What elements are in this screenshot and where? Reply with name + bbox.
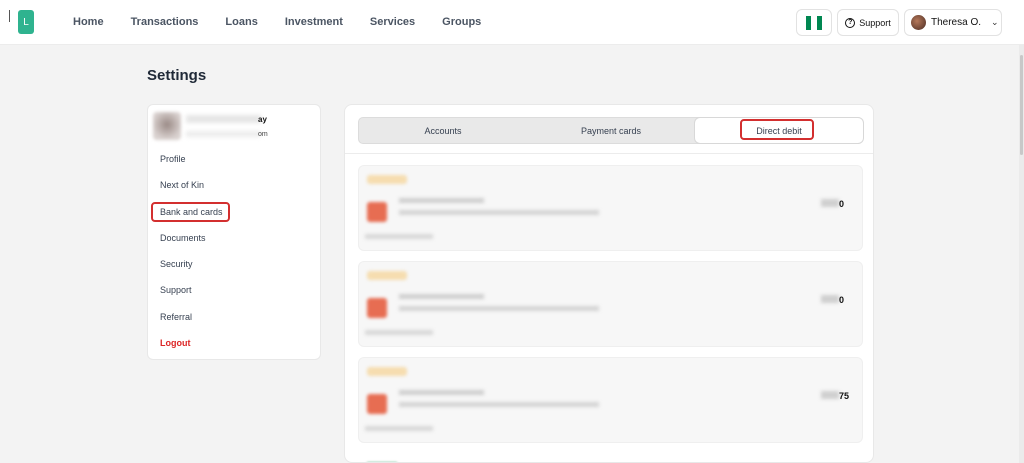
blurred-text xyxy=(399,210,599,215)
list-item[interactable]: 0 xyxy=(358,165,863,251)
top-navigation-bar: L Home Transactions Loans Investment Ser… xyxy=(0,0,1024,45)
status-badge xyxy=(367,271,407,280)
nigeria-flag-icon xyxy=(806,15,822,30)
blurred-text xyxy=(399,402,599,407)
sidebar-item-documents[interactable]: Documents xyxy=(160,233,223,259)
status-badge xyxy=(367,175,407,184)
bank-cards-panel: Accounts Payment cards Direct debit 0 0 … xyxy=(344,104,874,463)
blurred-text xyxy=(399,306,599,311)
debit-amount: 0 xyxy=(839,295,845,305)
debit-amount: 0 xyxy=(839,199,845,209)
tab-accounts[interactable]: Accounts xyxy=(359,118,527,143)
nav-services[interactable]: Services xyxy=(370,16,415,28)
sidebar-item-security[interactable]: Security xyxy=(160,259,223,285)
blurred-amount xyxy=(821,295,839,303)
user-menu-button[interactable]: Theresa O. ⌄ xyxy=(904,9,1002,36)
window-edge-marker xyxy=(9,10,10,22)
scrollbar-thumb[interactable] xyxy=(1020,55,1023,155)
blurred-name xyxy=(186,115,261,123)
settings-menu: Profile Next of Kin Bank and cards Docum… xyxy=(160,154,223,364)
profile-summary: ay om xyxy=(152,112,317,142)
page-title: Settings xyxy=(147,67,207,84)
blurred-text xyxy=(399,294,484,299)
list-item[interactable]: 75 xyxy=(358,357,863,443)
chevron-down-icon: ⌄ xyxy=(991,17,999,27)
nav-investment[interactable]: Investment xyxy=(285,16,343,28)
profile-email: om xyxy=(258,131,268,138)
user-name: Theresa O. xyxy=(931,17,982,28)
list-item[interactable]: 0 xyxy=(358,261,863,347)
blurred-amount xyxy=(821,199,839,207)
page-scrollbar[interactable] xyxy=(1019,45,1024,463)
bank-icon xyxy=(367,202,387,222)
brand-logo[interactable]: L xyxy=(18,10,34,34)
nav-transactions[interactable]: Transactions xyxy=(131,16,199,28)
main-nav: Home Transactions Loans Investment Servi… xyxy=(73,16,508,28)
blurred-text xyxy=(399,390,484,395)
avatar xyxy=(911,15,926,30)
status-badge xyxy=(367,367,407,376)
sidebar-item-support[interactable]: Support xyxy=(160,285,223,311)
blurred-amount xyxy=(821,391,839,399)
highlight-direct-debit xyxy=(740,119,814,140)
settings-sidebar: ay om Profile Next of Kin Bank and cards… xyxy=(147,104,321,360)
nav-groups[interactable]: Groups xyxy=(442,16,481,28)
country-flag-button[interactable] xyxy=(796,9,832,36)
support-button[interactable]: ? Support xyxy=(837,9,899,36)
blurred-email xyxy=(186,131,261,137)
profile-avatar xyxy=(153,112,181,140)
blurred-text xyxy=(365,330,433,335)
nav-home[interactable]: Home xyxy=(73,16,104,28)
highlight-bank-and-cards xyxy=(151,202,230,222)
blurred-text xyxy=(365,426,433,431)
sidebar-item-referral[interactable]: Referral xyxy=(160,312,223,338)
bank-icon xyxy=(367,394,387,414)
bank-icon xyxy=(367,298,387,318)
sidebar-item-profile[interactable]: Profile xyxy=(160,154,223,180)
blurred-text xyxy=(365,234,433,239)
divider xyxy=(345,153,873,154)
blurred-text xyxy=(399,198,484,203)
debit-amount: 75 xyxy=(839,391,850,401)
sidebar-item-logout[interactable]: Logout xyxy=(160,338,223,364)
nav-loans[interactable]: Loans xyxy=(225,16,257,28)
profile-name: ay xyxy=(258,115,267,124)
support-label: Support xyxy=(859,17,891,28)
tab-payment-cards[interactable]: Payment cards xyxy=(527,118,695,143)
question-icon: ? xyxy=(845,17,856,28)
